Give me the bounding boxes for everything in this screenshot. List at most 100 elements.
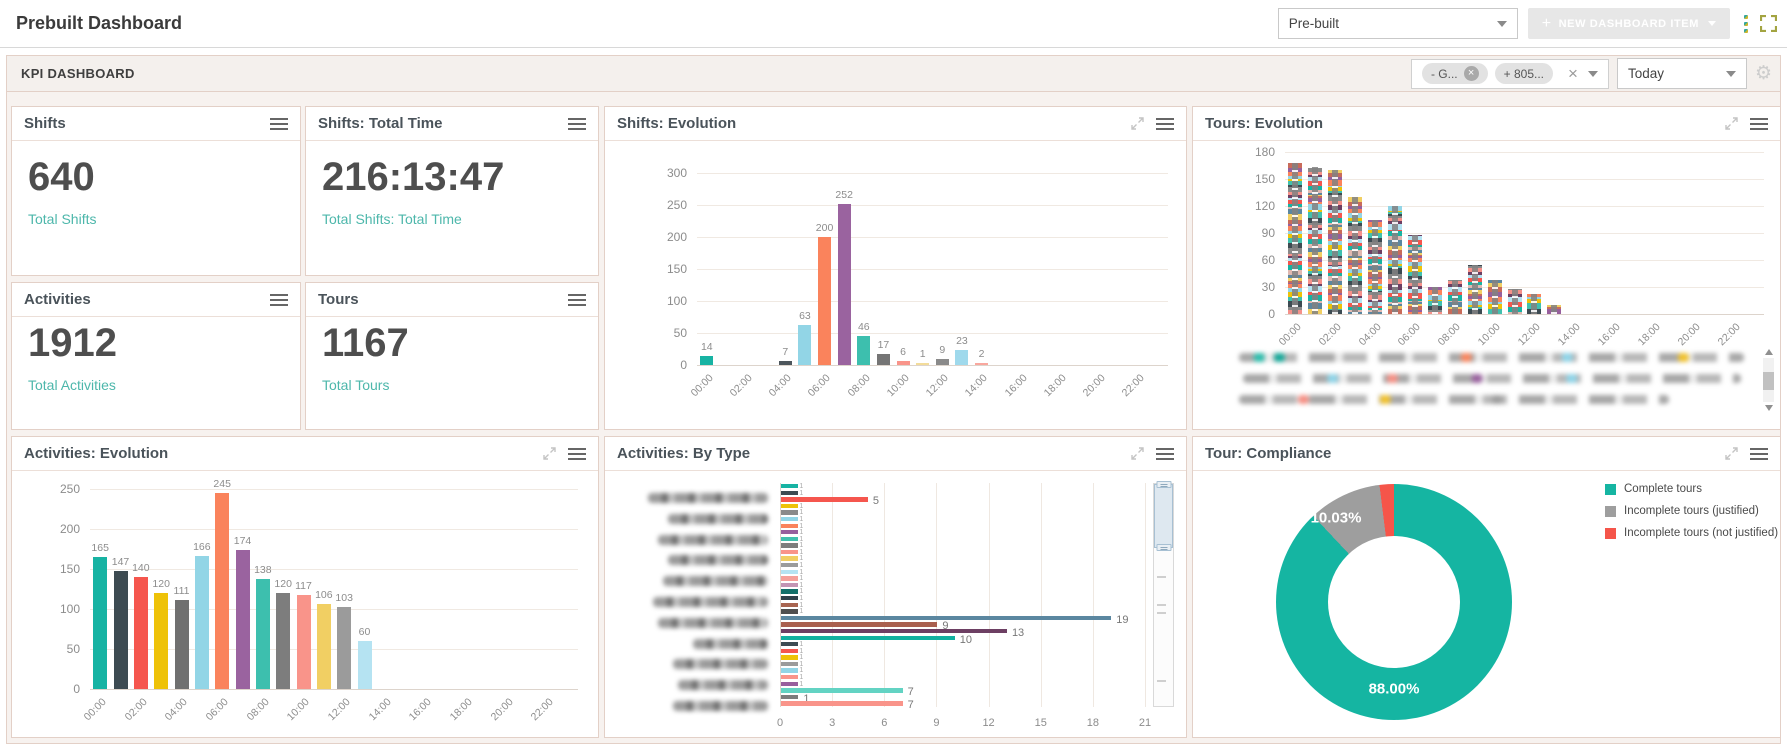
scroll-up-icon[interactable] [1765, 349, 1773, 355]
slice-percentage-label: 10.03% [1311, 510, 1362, 527]
bar [781, 484, 798, 488]
filter-chips-box[interactable]: - G... × + 805... × [1411, 59, 1609, 89]
widget-header: Activities: By Type [605, 437, 1186, 471]
chip-close-icon[interactable]: × [1464, 66, 1479, 81]
zoom-preview-mark [1157, 680, 1166, 682]
redacted-category-label [658, 618, 768, 628]
x-axis-tick-label: 02:00 [727, 372, 754, 399]
zoom-slider-window[interactable] [1154, 484, 1173, 548]
x-axis-tick-label: 14:00 [1556, 321, 1583, 348]
bar-value-label: 23 [940, 335, 984, 347]
menu-icon[interactable] [1750, 117, 1768, 131]
x-axis-tick-label: 21 [1132, 717, 1158, 729]
y-axis-tick-label: 150 [605, 262, 687, 276]
menu-icon[interactable] [270, 293, 288, 307]
zoom-slider-handle[interactable] [1156, 481, 1171, 488]
x-axis-tick-label: 14:00 [963, 372, 990, 399]
expand-icon[interactable] [1131, 117, 1144, 130]
y-axis-tick-label: 120 [1193, 199, 1275, 213]
expand-icon[interactable] [1131, 447, 1144, 460]
menu-icon[interactable] [568, 293, 586, 307]
zoom-slider[interactable] [1153, 483, 1174, 707]
menu-icon[interactable] [568, 117, 586, 131]
slice-percentage-label: 88.00% [1369, 681, 1420, 698]
x-axis-tick-label: 20:00 [1676, 321, 1703, 348]
menu-icon[interactable] [568, 447, 586, 461]
bar-value-label: 60 [343, 626, 387, 638]
bar [781, 688, 903, 692]
redacted-category-label [663, 576, 768, 586]
bar-value-label: 7 [908, 686, 914, 698]
x-axis-tick-label: 12:00 [326, 696, 353, 723]
dashboard-select[interactable]: Pre-built [1278, 8, 1518, 39]
gridline [1285, 179, 1764, 180]
expand-icon[interactable] [1725, 117, 1738, 130]
x-axis-tick-label: 00:00 [82, 696, 109, 723]
bar-value-label: 7 [908, 699, 914, 711]
widget-header: Tours [306, 283, 598, 317]
gridline [697, 333, 1168, 334]
x-axis-tick-label: 0 [767, 717, 793, 729]
widget-title: Activities [24, 291, 91, 308]
menu-icon[interactable] [1750, 447, 1768, 461]
activities-evolution-chart: 0501001502002501651471401201111662451741… [12, 471, 598, 737]
chevron-down-icon[interactable] [1588, 71, 1598, 77]
widget-shifts-evolution: Shifts: Evolution 0501001502002503001476… [604, 106, 1187, 430]
widget-title: Shifts: Total Time [318, 115, 442, 132]
new-dashboard-item-button[interactable]: + NEW DASHBOARD ITEM [1528, 8, 1730, 39]
legend-item[interactable]: Complete tours [1605, 483, 1702, 495]
widget-tours-evolution: Tours: Evolution 030609012015018000:0002… [1192, 106, 1781, 430]
scrollbar-thumb[interactable] [1763, 372, 1774, 390]
stacked-bar [1288, 163, 1302, 314]
widget-title: Shifts: Evolution [617, 115, 736, 132]
bar [781, 701, 903, 705]
y-axis-tick-label: 200 [605, 230, 687, 244]
stacked-bar [1508, 289, 1522, 314]
bar [781, 550, 798, 554]
expand-icon[interactable] [1725, 447, 1738, 460]
legend-item[interactable]: Incomplete tours (not justified) [1605, 527, 1778, 539]
kebab-menu-icon[interactable] [1744, 13, 1748, 34]
scroll-down-icon[interactable] [1765, 405, 1773, 411]
gear-icon[interactable]: ⚙ [1755, 62, 1772, 85]
widget-shifts: Shifts 640 Total Shifts [11, 106, 301, 276]
bar [781, 583, 798, 587]
widget-activities-evolution: Activities: Evolution 050100150200250165… [11, 436, 599, 738]
clear-filters-icon[interactable]: × [1568, 64, 1578, 84]
widget-title: Shifts [24, 115, 66, 132]
legend-scrollbar[interactable] [1761, 349, 1776, 411]
y-axis-tick-label: 200 [12, 522, 80, 536]
x-axis-tick-label: 18:00 [1041, 372, 1068, 399]
bar-value-label: 103 [322, 592, 366, 604]
x-axis-tick-label: 6 [871, 717, 897, 729]
x-axis-tick-label: 10:00 [884, 372, 911, 399]
menu-icon[interactable] [1156, 447, 1174, 461]
widget-header: Shifts: Evolution [605, 107, 1186, 141]
bar [297, 595, 311, 689]
gridline [697, 365, 1168, 366]
scrollbar-track[interactable] [1763, 358, 1774, 402]
gridline [697, 301, 1168, 302]
date-range-select[interactable]: Today [1617, 58, 1747, 89]
y-axis-tick-label: 0 [12, 682, 80, 696]
x-axis-tick-label: 22:00 [1715, 321, 1742, 348]
legend-item[interactable]: Incomplete tours (justified) [1605, 505, 1759, 517]
filter-chip-2[interactable]: + 805... [1495, 63, 1553, 84]
shifts-evolution-chart: 0501001502002503001476320025246176192320… [605, 141, 1186, 429]
tours-evolution-chart: 030609012015018000:0002:0004:0006:0008:0… [1193, 141, 1780, 429]
bar [781, 603, 798, 607]
fullscreen-icon[interactable] [1760, 15, 1777, 32]
x-axis-tick-label: 10:00 [1476, 321, 1503, 348]
bar [337, 607, 351, 689]
zoom-slider-handle[interactable] [1156, 544, 1171, 551]
menu-icon[interactable] [1156, 117, 1174, 131]
expand-icon[interactable] [543, 447, 556, 460]
stacked-bar [1488, 280, 1502, 314]
bar-value-label: 1 [799, 681, 803, 688]
legend-label: Incomplete tours (not justified) [1624, 527, 1778, 539]
menu-icon[interactable] [270, 117, 288, 131]
redacted-legend-row [1239, 353, 1744, 362]
filter-chip-1[interactable]: - G... × [1422, 63, 1488, 84]
bar [781, 662, 798, 666]
bar [134, 577, 148, 689]
